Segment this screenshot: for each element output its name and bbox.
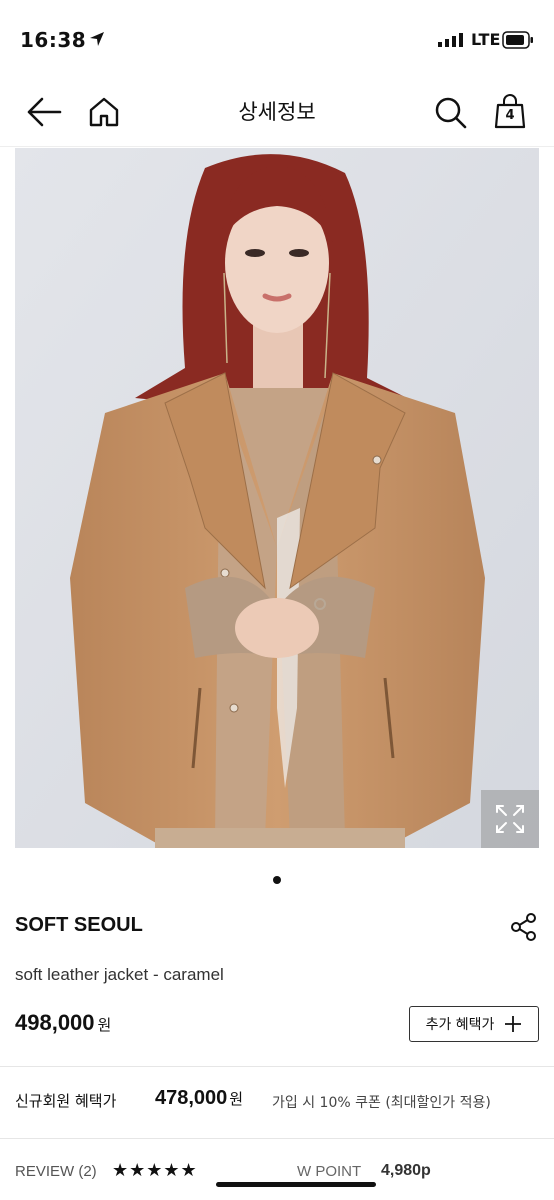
benefit-button-label: 추가 혜택가: [425, 1017, 495, 1033]
product-price: 498,000 원: [15, 1010, 111, 1036]
member-price-currency: 원: [229, 1091, 244, 1108]
battery-icon: [502, 31, 533, 49]
product-name: soft leather jacket - caramel: [15, 965, 224, 984]
rating-stars: ★★★★★: [112, 1160, 198, 1181]
cart-count-badge: 4: [505, 108, 515, 123]
expand-icon: [496, 805, 524, 833]
brand-name[interactable]: SOFT SEOUL: [15, 914, 143, 937]
member-price-value: 478,000: [155, 1087, 228, 1109]
search-icon[interactable]: [434, 96, 468, 130]
page-title: 상세정보: [238, 100, 316, 124]
home-indicator[interactable]: [216, 1182, 376, 1187]
price-currency: 원: [97, 1017, 112, 1034]
divider: [0, 1138, 554, 1139]
share-icon[interactable]: [510, 912, 538, 942]
expand-image-button[interactable]: [481, 790, 539, 848]
network-label: LTE: [471, 30, 501, 49]
product-image[interactable]: [15, 148, 539, 848]
divider: [0, 1066, 554, 1067]
status-time: 16:38: [20, 28, 87, 52]
price-value: 498,000: [15, 1010, 95, 1035]
member-price: 478,000 원: [155, 1087, 243, 1110]
status-bar: 16:38 LTE: [0, 0, 554, 80]
review-link[interactable]: REVIEW (2): [15, 1163, 97, 1180]
cart-button[interactable]: 4: [493, 94, 527, 130]
top-nav: 상세정보 4: [0, 80, 554, 147]
signal-icon: [438, 33, 463, 47]
model-illustration: [15, 148, 539, 848]
plus-icon: [505, 1016, 522, 1032]
carousel-dot[interactable]: [273, 876, 281, 884]
additional-benefit-button[interactable]: 추가 혜택가: [409, 1006, 539, 1042]
wpoint-label: W POINT: [297, 1163, 362, 1180]
signup-coupon-text: 가입 시 10% 쿠폰 (최대할인가 적용): [272, 1095, 491, 1111]
member-benefit-label: 신규회원 혜택가: [15, 1092, 117, 1110]
location-arrow-icon: [90, 32, 104, 46]
wpoint-value: 4,980p: [381, 1162, 431, 1179]
